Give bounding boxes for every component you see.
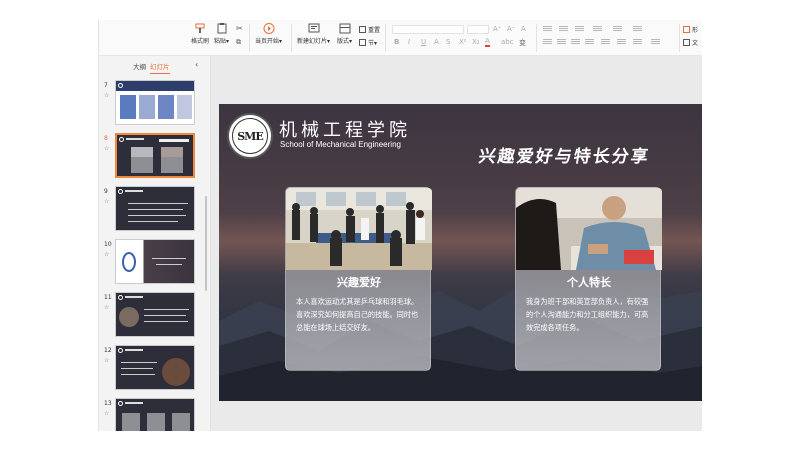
current-slide[interactable]: SME 机械工程学院 School of Mechanical Engineer… bbox=[219, 104, 702, 401]
tab-outline[interactable]: 大纲 bbox=[133, 61, 146, 71]
slide-thumbnail-item[interactable]: 8 ☆ bbox=[99, 133, 199, 181]
hobby-photo bbox=[286, 188, 432, 270]
divider bbox=[291, 24, 292, 52]
divider bbox=[679, 24, 680, 52]
bold-button[interactable]: B bbox=[394, 38, 399, 46]
slide-thumbnail-item[interactable]: 12 ☆ bbox=[99, 345, 199, 393]
shape-button[interactable]: 形 bbox=[683, 25, 698, 34]
slide-thumbnail[interactable] bbox=[115, 80, 195, 125]
font-family-select[interactable] bbox=[392, 25, 464, 34]
slide-editor-canvas[interactable]: SME 机械工程学院 School of Mechanical Engineer… bbox=[211, 56, 702, 431]
slide-thumbnail[interactable] bbox=[115, 239, 195, 284]
slide-panel: 大纲 幻灯片 ‹ 7 ☆ 8 ☆ 9 ☆ 10 ☆ 11 ☆ 12 ☆ 13 ☆ bbox=[99, 56, 211, 431]
paragraph-controls-icon[interactable] bbox=[541, 25, 681, 53]
divider bbox=[249, 24, 250, 52]
star-icon: ☆ bbox=[104, 251, 110, 258]
school-name-en: School of Mechanical Engineering bbox=[280, 140, 401, 149]
hobby-card[interactable]: 兴趣爱好 本人喜欢运动尤其是乒乓球和羽毛球。喜欢深究如何提高自己的技能。同时也总… bbox=[285, 187, 432, 371]
clipboard-icon bbox=[217, 23, 227, 34]
school-logo: SME bbox=[227, 113, 273, 159]
star-icon: ☆ bbox=[104, 410, 110, 417]
clear-format-button[interactable]: A bbox=[521, 25, 526, 33]
slide-thumbnail-item[interactable]: 7 ☆ bbox=[99, 80, 199, 128]
new-slide-button[interactable]: 新建幻灯片▾ bbox=[297, 23, 330, 45]
italic-button[interactable]: I bbox=[408, 38, 410, 46]
font-color-button[interactable]: A bbox=[485, 38, 490, 47]
reset-icon bbox=[359, 26, 366, 33]
play-icon bbox=[263, 23, 275, 34]
hobby-title: 兴趣爱好 bbox=[337, 276, 381, 289]
slide-thumbnail-active[interactable] bbox=[115, 133, 195, 178]
star-icon: ☆ bbox=[104, 357, 110, 364]
slide-thumbnail-item[interactable]: 9 ☆ bbox=[99, 186, 199, 234]
textbox-button[interactable]: 文 bbox=[683, 38, 698, 47]
star-icon: ☆ bbox=[104, 145, 110, 152]
school-name-cn: 机械工程学院 bbox=[279, 120, 411, 141]
reset-button[interactable]: 重置 bbox=[359, 25, 380, 34]
textbox-icon bbox=[683, 39, 690, 46]
layout-button[interactable]: 版式▾ bbox=[337, 23, 352, 45]
cut-button[interactable]: ✂ bbox=[236, 24, 243, 33]
slide-thumbnail-item[interactable]: 10 ☆ bbox=[99, 239, 199, 287]
tab-slides[interactable]: 幻灯片 bbox=[150, 61, 170, 74]
shadow-button[interactable]: S bbox=[446, 38, 450, 46]
panel-tabs: 大纲 幻灯片 ‹ bbox=[99, 56, 210, 74]
paintbrush-icon bbox=[195, 23, 205, 33]
format-painter-button[interactable]: 格式刷 bbox=[191, 23, 209, 45]
copy-button[interactable]: ⧉ bbox=[236, 38, 241, 47]
slide-thumbnail[interactable] bbox=[115, 398, 195, 431]
slide-thumbnail[interactable] bbox=[115, 345, 195, 390]
specialty-text: 我身为班干部和英宣部负责人，有较强的个人沟通能力和分工组织能力，可高效完成各项任… bbox=[526, 297, 649, 332]
section-button[interactable]: 节▾ bbox=[359, 38, 377, 47]
start-from-current-button[interactable]: 当页开始▾ bbox=[255, 23, 282, 45]
divider bbox=[536, 24, 537, 52]
strikethrough-button[interactable]: A bbox=[434, 38, 439, 46]
shape-icon bbox=[683, 26, 690, 33]
new-slide-icon bbox=[308, 23, 320, 33]
specialty-photo bbox=[516, 188, 662, 270]
scrollbar[interactable] bbox=[205, 196, 207, 291]
shrink-font-button[interactable]: A⁻ bbox=[507, 25, 515, 33]
star-icon: ☆ bbox=[104, 92, 110, 99]
specialty-title: 个人特长 bbox=[567, 276, 611, 289]
layout-icon bbox=[339, 23, 351, 34]
slide-title[interactable]: 兴趣爱好与特长分享 bbox=[477, 142, 652, 167]
text-effects-button[interactable]: abc bbox=[501, 38, 514, 46]
slide-thumbnail-item[interactable]: 13 ☆ bbox=[99, 398, 199, 431]
slide-thumbnail[interactable] bbox=[115, 186, 195, 231]
hobby-text: 本人喜欢运动尤其是乒乓球和羽毛球。喜欢深究如何提高自己的技能。同时也总能在球场上… bbox=[296, 297, 419, 332]
subscript-button[interactable]: X₂ bbox=[472, 38, 480, 46]
underline-button[interactable]: U bbox=[421, 38, 426, 46]
slide-thumbnail-item[interactable]: 11 ☆ bbox=[99, 292, 199, 340]
copy-icon: ⧉ bbox=[236, 38, 241, 46]
superscript-button[interactable]: X² bbox=[459, 38, 467, 46]
divider bbox=[385, 24, 386, 52]
star-icon: ☆ bbox=[104, 304, 110, 311]
paste-button[interactable]: 粘贴▾ bbox=[214, 23, 229, 45]
section-icon bbox=[359, 39, 366, 46]
chevron-left-icon[interactable]: ‹ bbox=[195, 60, 198, 69]
grow-font-button[interactable]: A⁺ bbox=[493, 25, 501, 33]
presentation-app: 格式刷 粘贴▾ ✂ ⧉ 当页开始▾ 新建幻灯片▾ 版式▾ 重置 节▾ A⁺ A⁻… bbox=[98, 20, 702, 431]
slide-thumbnail[interactable] bbox=[115, 292, 195, 337]
ribbon-toolbar: 格式刷 粘贴▾ ✂ ⧉ 当页开始▾ 新建幻灯片▾ 版式▾ 重置 节▾ A⁺ A⁻… bbox=[99, 20, 702, 56]
scissors-icon: ✂ bbox=[236, 24, 243, 33]
font-size-select[interactable] bbox=[467, 25, 489, 34]
star-icon: ☆ bbox=[104, 198, 110, 205]
specialty-card[interactable]: 个人特长 我身为班干部和英宣部负责人，有较强的个人沟通能力和分工组织能力，可高效… bbox=[515, 187, 662, 371]
more-format-button[interactable]: 变 bbox=[519, 38, 526, 48]
